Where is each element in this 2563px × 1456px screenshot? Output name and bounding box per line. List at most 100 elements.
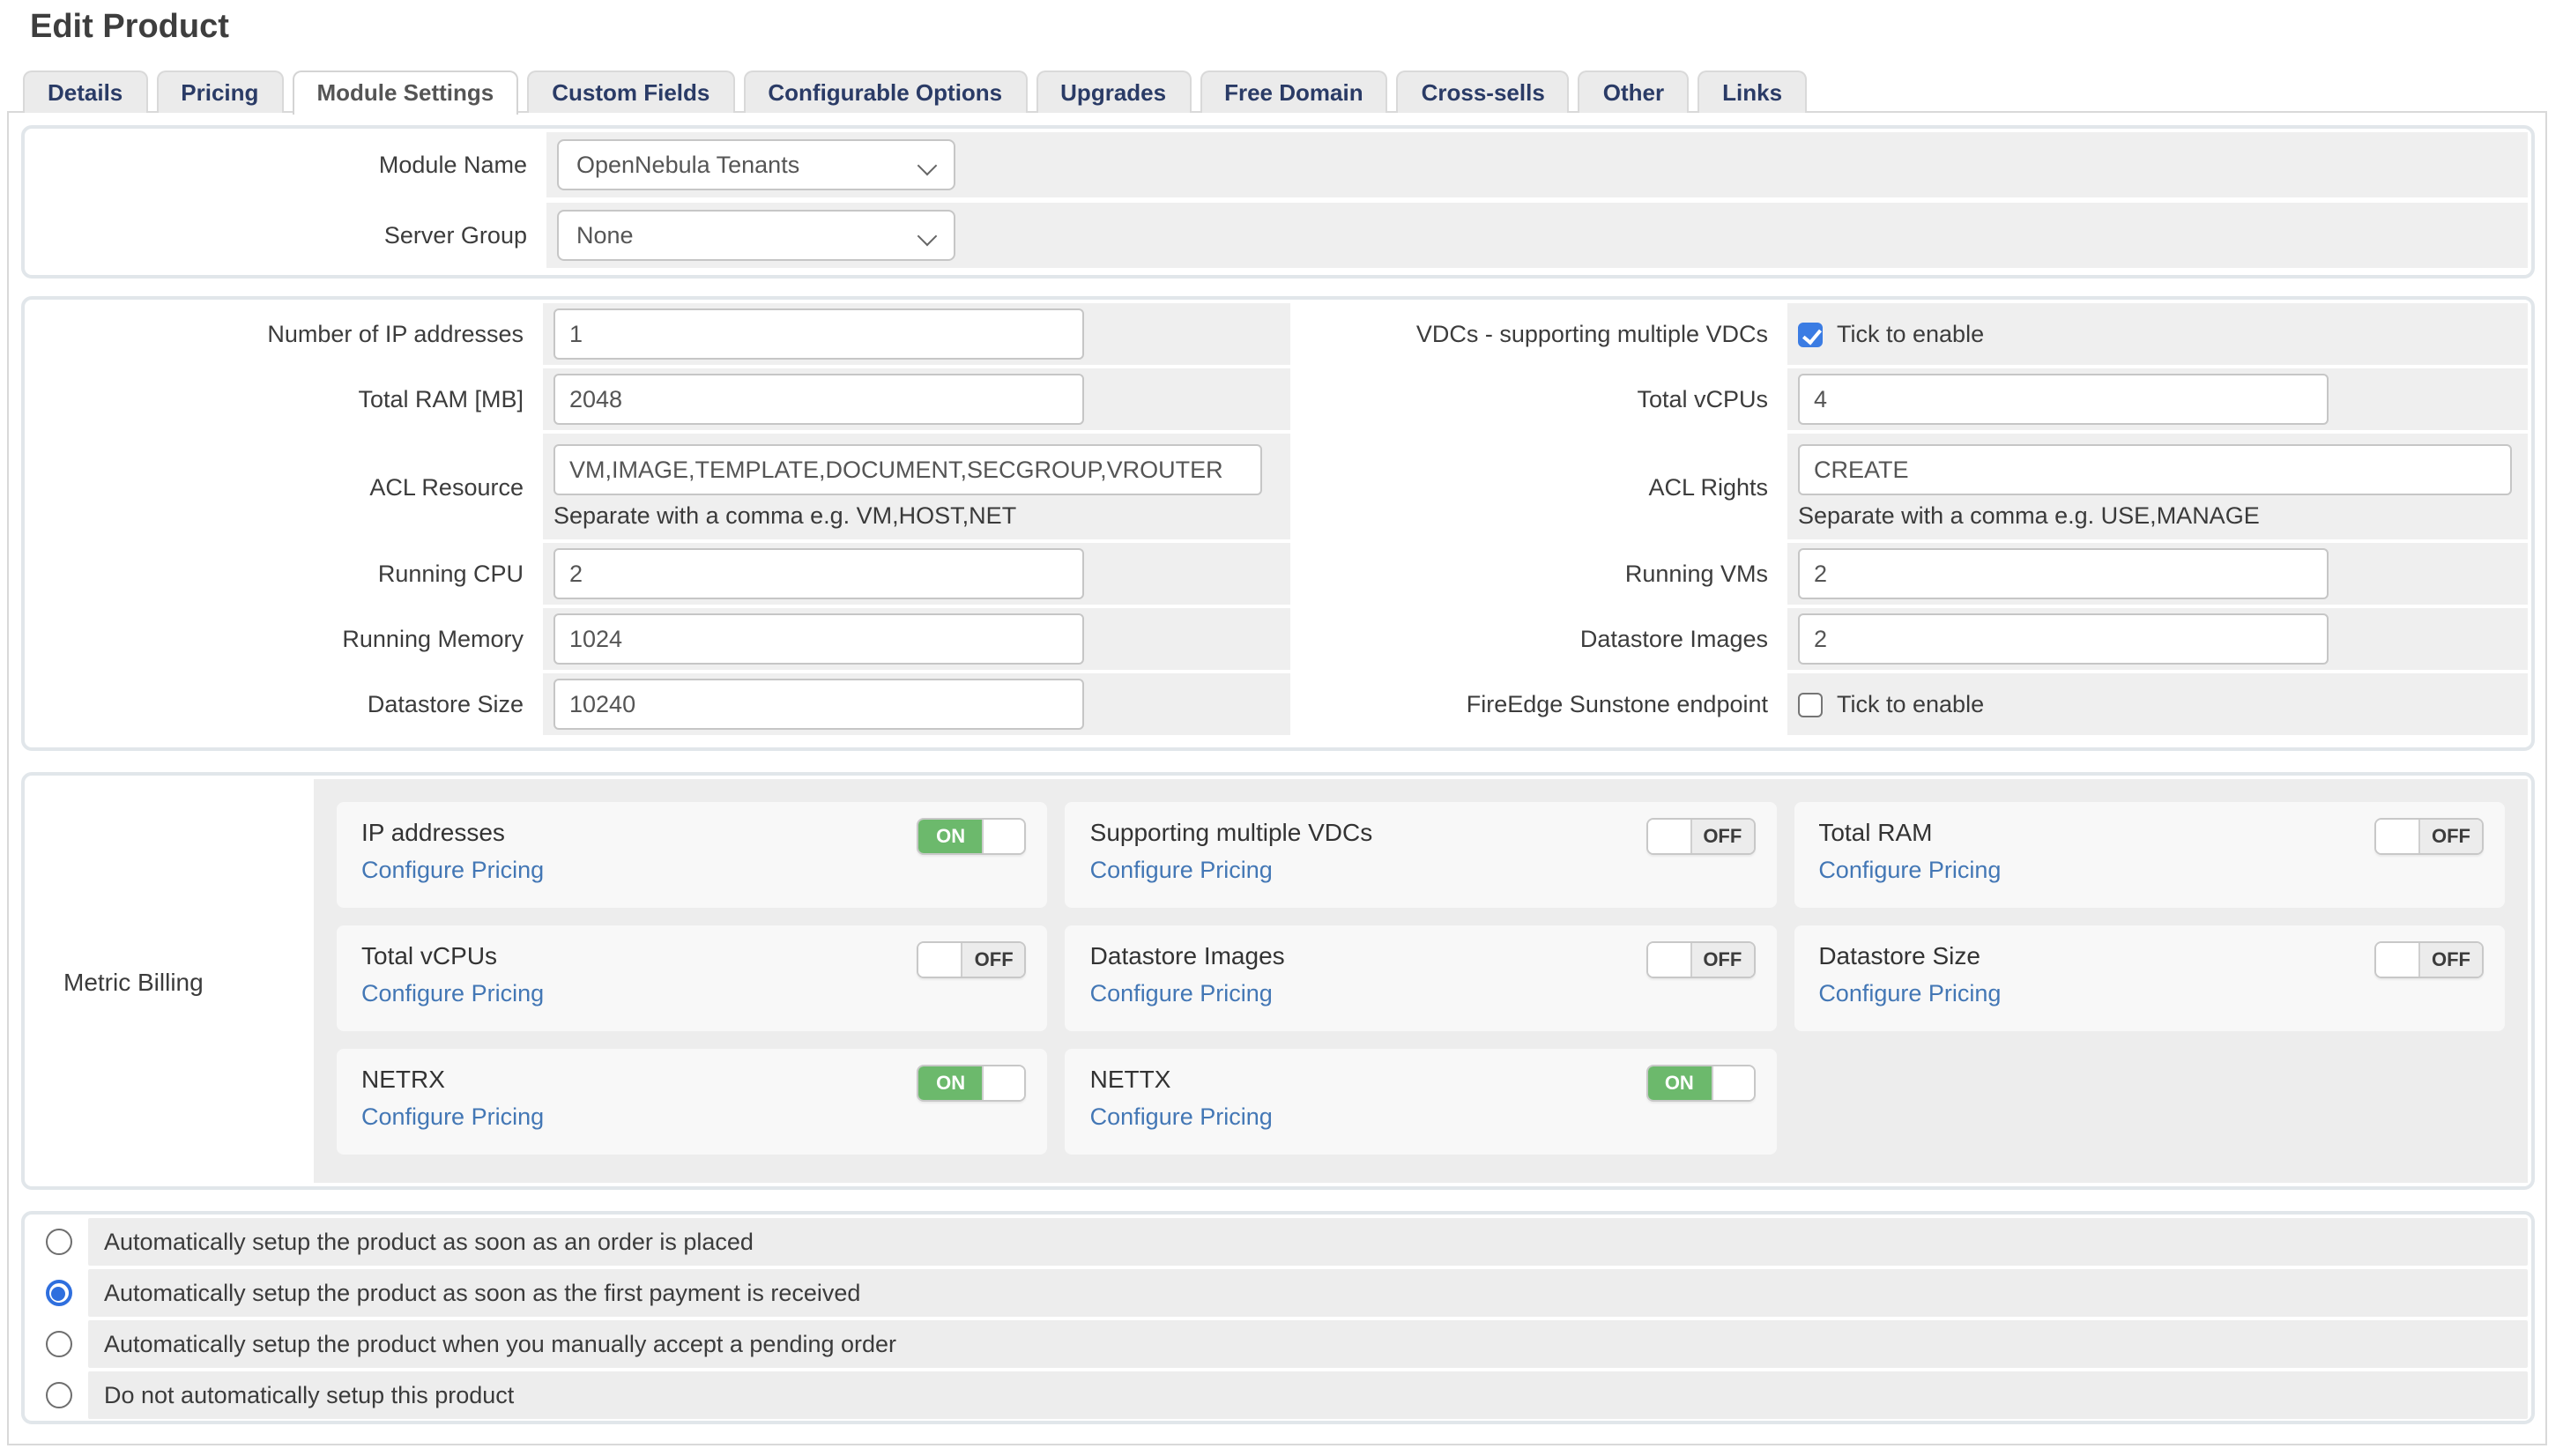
metric-card-datastore-images: Datastore Images OFF Configure Pricing — [1066, 925, 1777, 1031]
setup-option-row: Automatically setup the product as soon … — [28, 1218, 2528, 1266]
datastore-images-label: Datastore Images — [1290, 608, 1787, 670]
toggle-knob — [983, 820, 1025, 853]
module-name-select[interactable]: OpenNebula Tenants — [557, 139, 955, 190]
supporting-vdcs-toggle[interactable]: OFF — [1646, 818, 1755, 855]
running-cpu-input[interactable] — [553, 548, 1084, 599]
toggle-knob — [919, 943, 963, 977]
server-group-selected-value: None — [576, 222, 634, 249]
tab-upgrades[interactable]: Upgrades — [1036, 71, 1191, 113]
chevron-down-icon — [917, 227, 938, 247]
setup-on-accept-radio[interactable] — [45, 1331, 71, 1357]
server-group-row: Server Group None — [28, 203, 2528, 268]
total-ram-input[interactable] — [553, 374, 1084, 425]
total-vcpus-input[interactable] — [1798, 374, 2329, 425]
metric-card-datastore-size: Datastore Size OFF Configure Pricing — [1794, 925, 2505, 1031]
total-vcpus-toggle[interactable]: OFF — [917, 941, 1027, 978]
server-group-select[interactable]: None — [557, 210, 955, 261]
vdcs-checkbox[interactable] — [1798, 322, 1823, 346]
metric-card-nettx: NETTX ON Configure Pricing — [1066, 1049, 1777, 1155]
setup-options-section: Automatically setup the product as soon … — [21, 1211, 2535, 1424]
metric-billing-label: Metric Billing — [28, 779, 314, 1183]
datastore-images-input[interactable] — [1798, 613, 2329, 665]
datastore-size-toggle[interactable]: OFF — [2374, 941, 2484, 978]
module-select-section: Module Name OpenNebula Tenants Server Gr… — [21, 125, 2535, 279]
configure-pricing-link[interactable]: Configure Pricing — [1818, 857, 2001, 883]
datastore-size-input[interactable] — [553, 679, 1084, 730]
tab-cross-sells[interactable]: Cross-sells — [1397, 71, 1570, 113]
server-group-label: Server Group — [28, 203, 546, 268]
page-title: Edit Product — [30, 9, 229, 48]
total-ram-toggle[interactable]: OFF — [2374, 818, 2484, 855]
configure-pricing-link[interactable]: Configure Pricing — [1090, 1103, 1273, 1130]
toggle-state-label: ON — [919, 820, 983, 853]
fireedge-label: FireEdge Sunstone endpoint — [1290, 673, 1787, 735]
metric-card-supporting-vdcs: Supporting multiple VDCs OFF Configure P… — [1066, 802, 1777, 908]
tab-details[interactable]: Details — [23, 71, 147, 113]
module-options-section: Number of IP addresses VDCs - supporting… — [21, 296, 2535, 751]
acl-resource-help: Separate with a comma e.g. VM,HOST,NET — [553, 502, 1016, 529]
acl-resource-input[interactable] — [553, 444, 1262, 495]
acl-resource-label: ACL Resource — [28, 434, 543, 539]
running-vms-label: Running VMs — [1290, 543, 1787, 605]
fireedge-checkbox[interactable] — [1798, 692, 1823, 717]
metric-billing-section: Metric Billing IP addresses ON Configure… — [21, 772, 2535, 1190]
tab-bar: Details Pricing Module Settings Custom F… — [23, 71, 1807, 115]
running-cpu-label: Running CPU — [28, 543, 543, 605]
total-ram-label: Total RAM [MB] — [28, 368, 543, 430]
setup-on-order-radio[interactable] — [45, 1229, 71, 1255]
acl-rights-input[interactable] — [1798, 444, 2512, 495]
fireedge-checkbox-label: Tick to enable — [1837, 691, 1984, 717]
configure-pricing-link[interactable]: Configure Pricing — [1090, 857, 1273, 883]
acl-rights-help: Separate with a comma e.g. USE,MANAGE — [1798, 502, 2260, 529]
running-memory-input[interactable] — [553, 613, 1084, 665]
metric-cards-grid: IP addresses ON Configure Pricing Suppor… — [337, 802, 2505, 1155]
configure-pricing-link[interactable]: Configure Pricing — [1818, 980, 2001, 1007]
row-ip-vdcs: Number of IP addresses VDCs - supporting… — [28, 303, 2528, 365]
row-size-fireedge: Datastore Size FireEdge Sunstone endpoin… — [28, 673, 2528, 735]
running-memory-label: Running Memory — [28, 608, 543, 670]
toggle-state-label: OFF — [963, 943, 1025, 977]
nettx-toggle[interactable]: ON — [1646, 1065, 1755, 1102]
tab-pricing[interactable]: Pricing — [156, 71, 283, 113]
row-cpu-vms: Running CPU Running VMs — [28, 543, 2528, 605]
ip-addresses-toggle[interactable]: ON — [917, 818, 1027, 855]
running-vms-input[interactable] — [1798, 548, 2329, 599]
configure-pricing-link[interactable]: Configure Pricing — [361, 980, 544, 1007]
vdcs-checkbox-label: Tick to enable — [1837, 321, 1984, 347]
module-name-selected-value: OpenNebula Tenants — [576, 152, 799, 178]
tab-links[interactable]: Links — [1698, 71, 1807, 113]
tab-configurable-options[interactable]: Configurable Options — [743, 71, 1027, 113]
tab-module-settings[interactable]: Module Settings — [292, 71, 518, 115]
chevron-down-icon — [917, 156, 938, 176]
tab-free-domain[interactable]: Free Domain — [1200, 71, 1388, 113]
metric-card-total-vcpus: Total vCPUs OFF Configure Pricing — [337, 925, 1048, 1031]
toggle-state-label: ON — [1647, 1066, 1711, 1100]
setup-on-payment-radio[interactable] — [45, 1280, 71, 1306]
metric-card-ip-addresses: IP addresses ON Configure Pricing — [337, 802, 1048, 908]
num-ip-input[interactable] — [553, 308, 1084, 360]
configure-pricing-link[interactable]: Configure Pricing — [361, 1103, 544, 1130]
netrx-toggle[interactable]: ON — [917, 1065, 1027, 1102]
toggle-state-label: OFF — [1691, 820, 1753, 853]
configure-pricing-link[interactable]: Configure Pricing — [1090, 980, 1273, 1007]
configure-pricing-link[interactable]: Configure Pricing — [361, 857, 544, 883]
tab-other[interactable]: Other — [1579, 71, 1689, 113]
acl-rights-label: ACL Rights — [1290, 434, 1787, 539]
setup-option-label: Do not automatically setup this product — [88, 1371, 2528, 1419]
setup-option-row: Automatically setup the product as soon … — [28, 1269, 2528, 1317]
datastore-images-toggle[interactable]: OFF — [1646, 941, 1755, 978]
setup-option-label: Automatically setup the product as soon … — [88, 1218, 2528, 1266]
edit-product-page: Edit Product Details Pricing Module Sett… — [0, 0, 2563, 1456]
setup-option-label: Automatically setup the product as soon … — [88, 1269, 2528, 1317]
metric-card-netrx: NETRX ON Configure Pricing — [337, 1049, 1048, 1155]
toggle-knob — [1647, 820, 1691, 853]
tab-custom-fields[interactable]: Custom Fields — [527, 71, 734, 113]
row-memory-images: Running Memory Datastore Images — [28, 608, 2528, 670]
setup-option-row: Automatically setup the product when you… — [28, 1320, 2528, 1368]
total-vcpus-label: Total vCPUs — [1290, 368, 1787, 430]
setup-none-radio[interactable] — [45, 1382, 71, 1408]
module-settings-panel: Module Name OpenNebula Tenants Server Gr… — [7, 111, 2547, 1445]
toggle-knob — [983, 1066, 1025, 1100]
toggle-knob — [2376, 820, 2420, 853]
toggle-state-label: ON — [919, 1066, 983, 1100]
